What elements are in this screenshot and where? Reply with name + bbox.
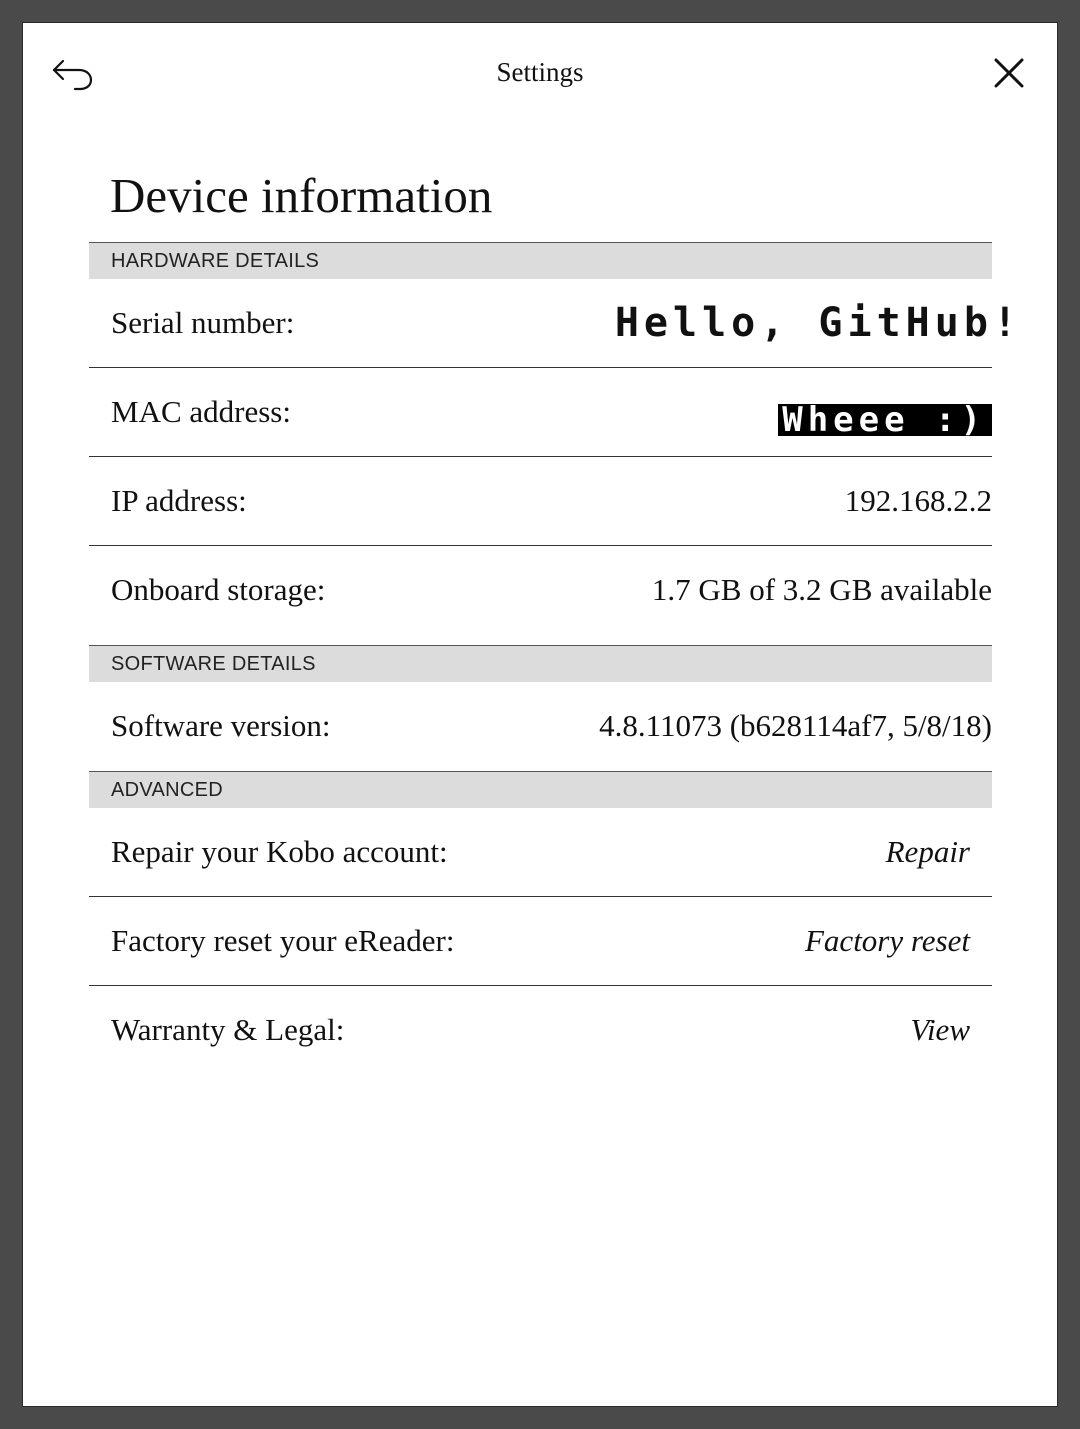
close-button[interactable]: [991, 55, 1027, 91]
warranty-legal-label: Warranty & Legal:: [111, 1012, 345, 1047]
topbar-title: Settings: [496, 57, 584, 87]
device-info-list: HARDWARE DETAILS Serial number: Hello, G…: [89, 242, 1017, 1075]
warranty-legal-view-button[interactable]: View: [910, 986, 970, 1074]
row-repair-account: Repair your Kobo account: Repair: [89, 808, 992, 897]
row-software-version: Software version: 4.8.11073 (b628114af7,…: [89, 682, 992, 771]
settings-screen: Settings Device information HARDWARE DET…: [22, 22, 1058, 1407]
repair-account-label: Repair your Kobo account:: [111, 834, 448, 869]
serial-number-label: Serial number:: [111, 305, 295, 340]
row-serial-number: Serial number: Hello, GitHub!: [89, 279, 1017, 368]
close-icon: [994, 58, 1024, 88]
row-ip-address: IP address: 192.168.2.2: [89, 457, 992, 546]
factory-reset-label: Factory reset your eReader:: [111, 923, 455, 958]
ip-address-value: 192.168.2.2: [844, 483, 992, 518]
onboard-storage-value: 1.7 GB of 3.2 GB available: [651, 572, 992, 607]
software-version-label: Software version:: [111, 708, 331, 743]
software-version-value: 4.8.11073 (b628114af7, 5/8/18): [599, 708, 992, 743]
page-title: Device information: [110, 168, 493, 223]
top-bar: Settings: [23, 23, 1057, 127]
section-header-software: SOFTWARE DETAILS: [89, 645, 992, 682]
serial-number-value: Hello, GitHub!: [614, 300, 1022, 346]
row-onboard-storage: Onboard storage: 1.7 GB of 3.2 GB availa…: [89, 546, 992, 645]
factory-reset-button[interactable]: Factory reset: [805, 897, 970, 985]
ip-address-label: IP address:: [111, 483, 247, 518]
section-header-advanced: ADVANCED: [89, 771, 992, 808]
section-header-hardware: HARDWARE DETAILS: [89, 242, 992, 279]
onboard-storage-label: Onboard storage:: [111, 572, 326, 607]
mac-address-value: Wheee :): [778, 403, 992, 437]
mac-address-label: MAC address:: [111, 394, 291, 429]
repair-button[interactable]: Repair: [886, 808, 970, 896]
row-factory-reset: Factory reset your eReader: Factory rese…: [89, 897, 992, 986]
row-warranty-legal: Warranty & Legal: View: [89, 986, 992, 1075]
row-mac-address: MAC address: Wheee :): [89, 368, 992, 457]
